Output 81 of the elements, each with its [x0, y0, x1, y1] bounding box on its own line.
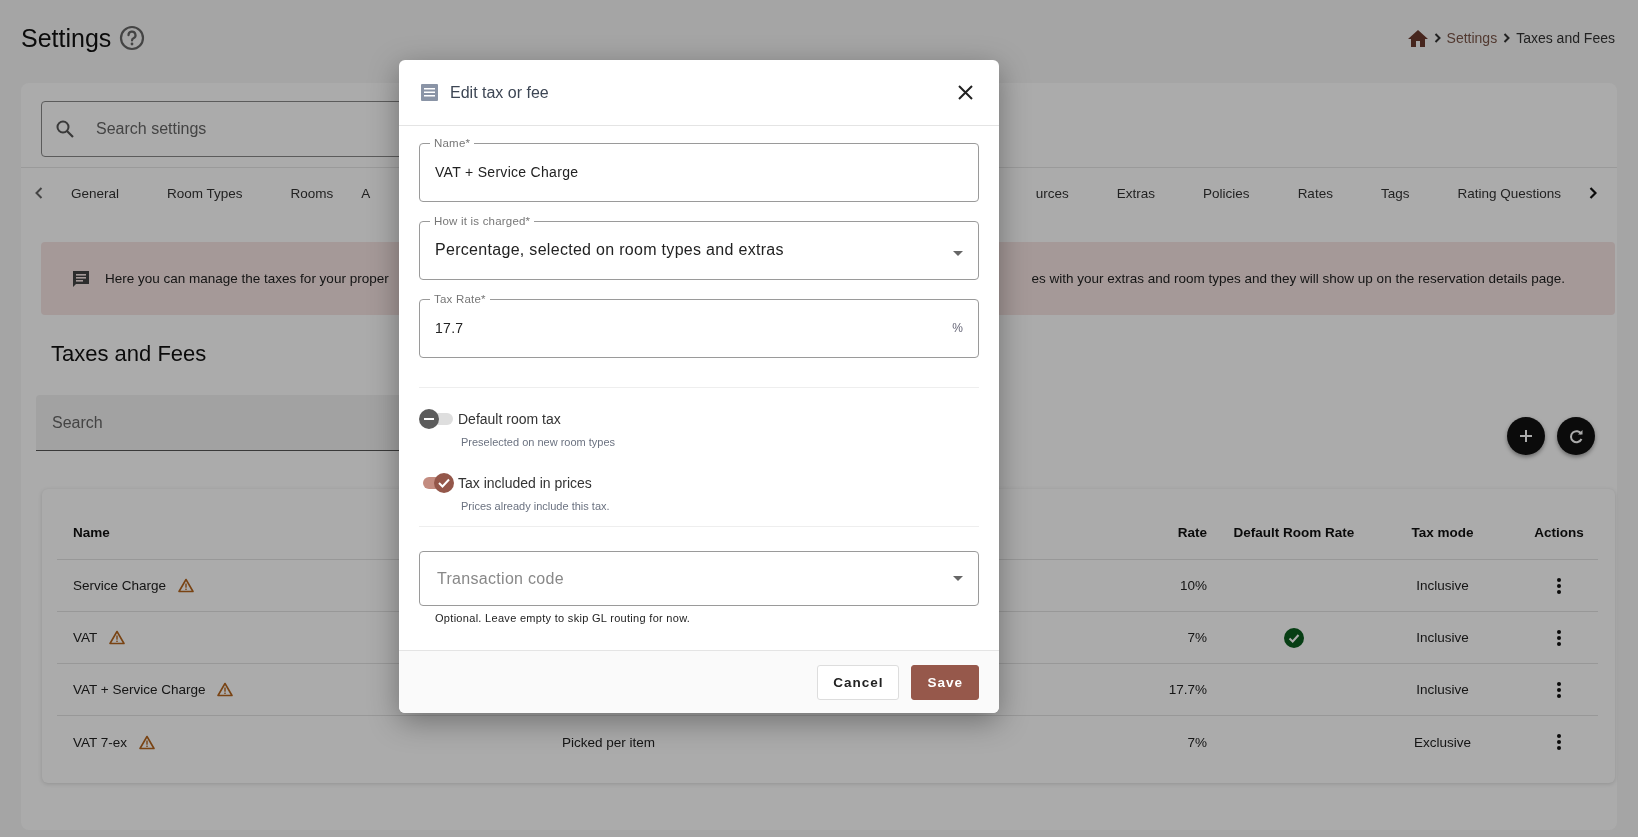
- table-cell: Inclusive: [1416, 682, 1469, 697]
- input-field[interactable]: VAT + Service Charge: [435, 164, 963, 186]
- more-vertical-icon: [1557, 734, 1561, 750]
- tab[interactable]: Rooms: [266, 185, 358, 201]
- hint-text: Prices already include this tax.: [461, 500, 611, 512]
- warning-icon: [217, 682, 234, 697]
- close-button[interactable]: [956, 83, 975, 102]
- tab[interactable]: urces: [1035, 185, 1093, 201]
- minus-icon: [424, 418, 434, 420]
- more-vertical-icon: [1557, 629, 1561, 646]
- plus-icon: [1519, 429, 1533, 443]
- table-cell: Inclusive: [1416, 630, 1469, 645]
- document-icon: [421, 84, 438, 101]
- table-cell: VAT 7-ex: [73, 734, 128, 750]
- field-label: Tax Rate*: [433, 293, 487, 305]
- warning-icon: [139, 734, 156, 750]
- message-icon: [71, 268, 91, 289]
- tab[interactable]: Tags: [1356, 185, 1434, 201]
- close-icon: [958, 85, 973, 100]
- banner-text: es with your extras and room types and they will show up on the reservation details page.: [1031, 271, 1565, 286]
- refresh-button[interactable]: [1557, 417, 1595, 455]
- dialog-title: Edit tax or fee: [450, 83, 550, 102]
- table-cell: Service Charge: [73, 578, 167, 593]
- warning-icon: [109, 630, 126, 645]
- refresh-icon: [1568, 428, 1584, 444]
- section-title: Taxes and Fees: [51, 341, 208, 367]
- tab[interactable]: A: [357, 185, 371, 201]
- cancel-button[interactable]: Cancel: [817, 664, 900, 700]
- caret-icon: [953, 576, 963, 581]
- tab[interactable]: Rating Questions: [1433, 185, 1585, 201]
- caret-icon: [953, 250, 963, 256]
- unit-label: %: [952, 321, 963, 337]
- table-cell: 10%: [1179, 578, 1207, 593]
- chevron-left-icon: [35, 187, 43, 199]
- table-cell: VAT + Service Charge: [73, 682, 206, 697]
- chevron-right-icon: [1503, 33, 1511, 43]
- table-cell: 7%: [1187, 630, 1207, 645]
- input-field[interactable]: 17.7: [435, 320, 953, 342]
- page-title: Settings: [21, 23, 112, 53]
- select-field[interactable]: How it is charged* Percentage, selected on room types and extras: [419, 215, 979, 280]
- dropdown-field[interactable]: Transaction code: [419, 551, 979, 606]
- table-cell: 17.7%: [1168, 682, 1207, 697]
- column-header: Name: [73, 524, 110, 540]
- table-cell: Exclusive: [1414, 734, 1471, 750]
- text-field[interactable]: Tax Rate* 17.7 %: [419, 293, 979, 358]
- home-icon[interactable]: [1407, 29, 1428, 47]
- field-label: Name*: [433, 137, 472, 149]
- banner-text: Here you can manage the taxes for your proper: [105, 271, 389, 286]
- column-header: Actions: [1534, 524, 1584, 540]
- toggle-label: Tax included in prices: [458, 475, 592, 491]
- tab[interactable]: Policies: [1179, 185, 1274, 201]
- breadcrumb-link[interactable]: Settings: [1446, 30, 1498, 46]
- tab[interactable]: Room Types: [143, 185, 267, 201]
- check-icon: [438, 478, 450, 488]
- table-cell: Inclusive: [1416, 578, 1469, 593]
- select-field[interactable]: Transaction code: [435, 568, 953, 589]
- text-field[interactable]: Name* VAT + Service Charge: [419, 137, 979, 202]
- more-vertical-icon: [1557, 577, 1561, 594]
- table-cell: Picked per item: [562, 734, 656, 750]
- helper-text: Optional. Leave empty to skip GL routing for now.: [435, 612, 692, 624]
- column-header: Tax mode: [1411, 524, 1474, 540]
- toggle-label: Default room tax: [458, 411, 561, 427]
- chevron-right-icon: [1433, 33, 1441, 43]
- column-header: Rate: [1177, 524, 1207, 540]
- help-icon[interactable]: [119, 25, 146, 51]
- more-vertical-icon: [1557, 681, 1561, 698]
- save-button[interactable]: Save: [911, 664, 979, 700]
- tab[interactable]: Rates: [1273, 185, 1357, 201]
- search-field[interactable]: Search settings: [94, 119, 398, 139]
- hint-text: Preselected on new room types: [461, 436, 617, 448]
- add-button[interactable]: [1507, 417, 1545, 455]
- breadcrumb-current: Taxes and Fees: [1516, 30, 1615, 46]
- tab[interactable]: Extras: [1092, 185, 1180, 201]
- column-header: Default Room Rate: [1233, 524, 1355, 540]
- table-cell: 7%: [1187, 734, 1207, 750]
- tab[interactable]: General: [47, 185, 144, 201]
- toggle-switch[interactable]: [419, 408, 455, 430]
- chevron-right-icon: [1589, 187, 1597, 199]
- warning-icon: [178, 578, 195, 593]
- table-cell: VAT: [73, 630, 98, 645]
- search-icon: [56, 120, 74, 138]
